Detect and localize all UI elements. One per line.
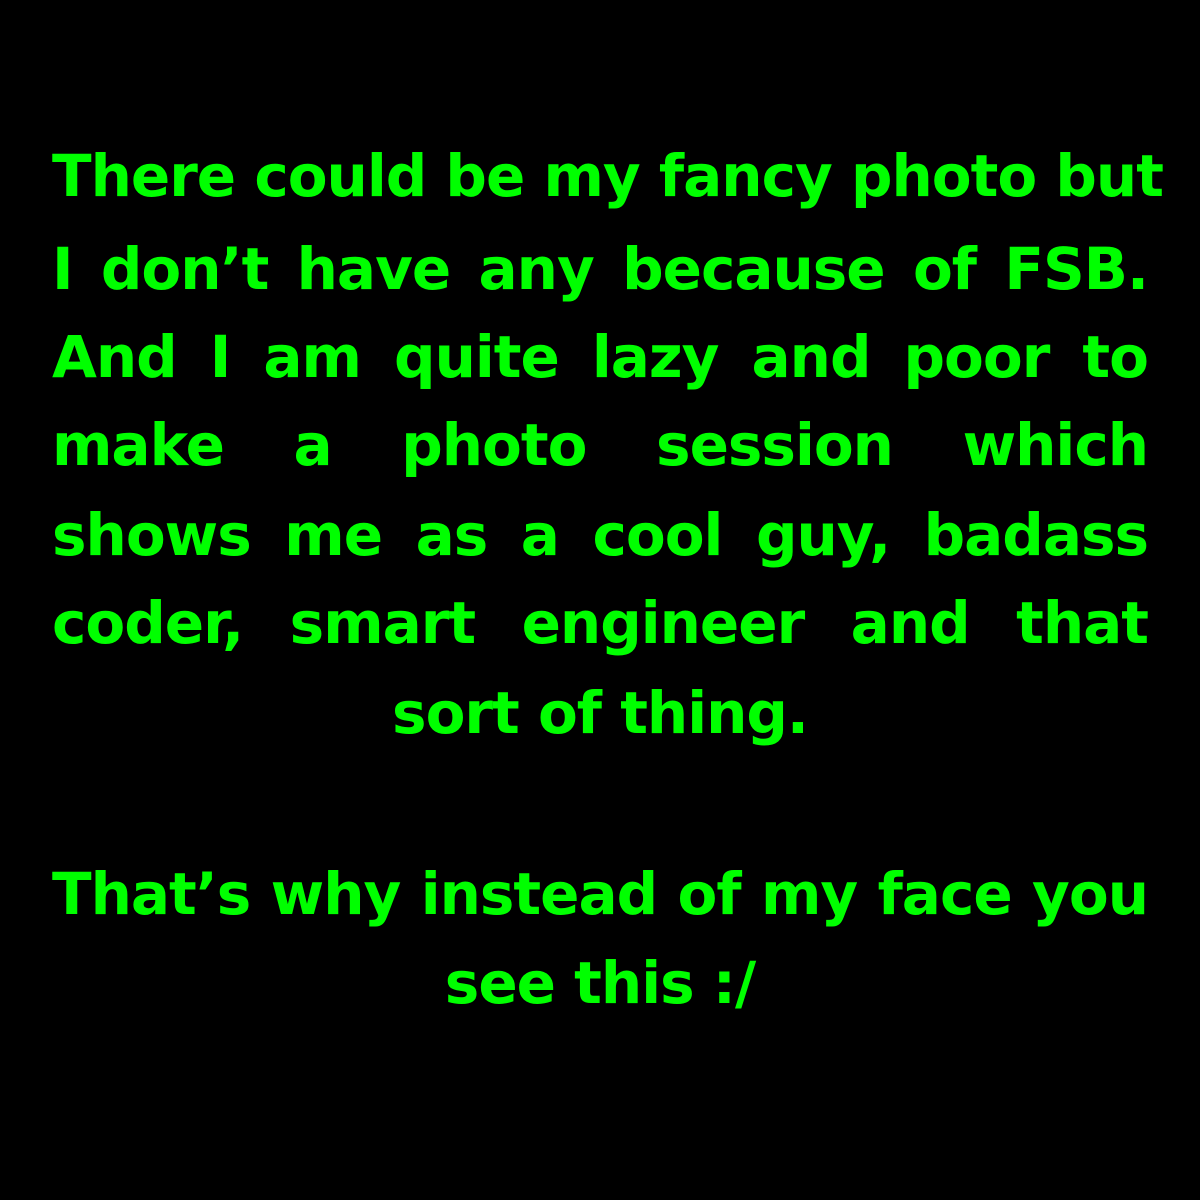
text-line-1: There could be my fancy photo but <box>52 142 1164 210</box>
text-line-7: sort of thing. <box>392 679 809 747</box>
text-line-8: That’s why instead of my face you <box>52 860 1149 928</box>
text-line-5: shows me as a cool guy, badass <box>52 501 1149 569</box>
text-line-6: coder, smart engineer and that <box>52 589 1149 657</box>
text-line-2: I don’t have any because of FSB. <box>52 235 1149 303</box>
text-line-4: make a photo session which <box>52 411 1149 479</box>
text-line-3: And I am quite lazy and poor to <box>52 323 1149 391</box>
placeholder-image: There could be my fancy photo but I don’… <box>0 0 1200 1200</box>
text-line-9: see this :/ <box>444 949 756 1017</box>
